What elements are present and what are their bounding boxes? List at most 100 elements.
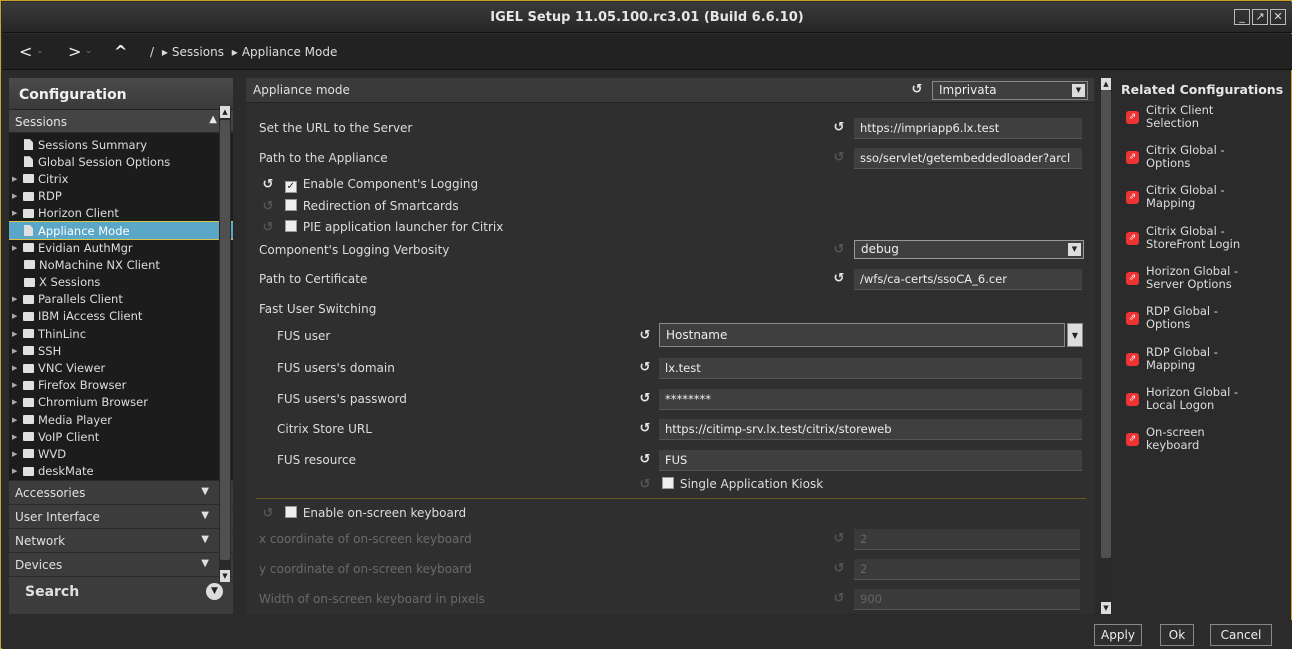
- expand-icon[interactable]: ▶: [12, 450, 20, 458]
- related-link-horizon-global-local-logon[interactable]: ⇗ Horizon Global - Local Logon: [1126, 386, 1284, 412]
- logging-verbosity-select[interactable]: debug ▼: [854, 240, 1084, 259]
- tree-item-thinlinc[interactable]: ▶ ThinLinc: [9, 325, 233, 342]
- related-link-rdp-global-mapping[interactable]: ⇗ RDP Global - Mapping: [1126, 346, 1284, 372]
- maximize-button[interactable]: ↗: [1252, 9, 1268, 25]
- single-kiosk-row[interactable]: ↺ Single Application Kiosk: [638, 477, 823, 491]
- expand-icon[interactable]: ▶: [12, 192, 20, 200]
- tree-item-parallels-client[interactable]: ▶ Parallels Client: [9, 291, 233, 308]
- tree-item-deskmate[interactable]: ▶ deskMate: [9, 463, 233, 480]
- expand-icon[interactable]: ▶: [12, 347, 20, 355]
- related-link-citrix-global-storefront-login[interactable]: ⇗ Citrix Global - StoreFront Login: [1126, 225, 1284, 251]
- enable-logging-row[interactable]: ↺ ✓ Enable Component's Logging: [261, 177, 478, 193]
- enable-osk-checkbox[interactable]: [284, 506, 297, 518]
- tree-item-media-player[interactable]: ▶ Media Player: [9, 411, 233, 428]
- reset-icon[interactable]: ↺: [832, 121, 846, 134]
- related-link-horizon-global-server-options[interactable]: ⇗ Horizon Global - Server Options: [1126, 265, 1284, 291]
- fus-resource-input[interactable]: FUS: [659, 450, 1082, 471]
- expand-circle-icon[interactable]: ▼: [206, 583, 223, 600]
- osk-y-input[interactable]: 2: [854, 559, 1080, 580]
- fus-password-input[interactable]: ********: [659, 389, 1082, 410]
- expand-icon[interactable]: ▶: [12, 433, 20, 441]
- cancel-button[interactable]: Cancel: [1210, 624, 1272, 646]
- accessories-section-header[interactable]: Accessories ▼: [9, 480, 233, 504]
- enable-osk-row[interactable]: ↺ Enable on-screen keyboard: [261, 506, 466, 520]
- tree-item-rdp[interactable]: ▶ RDP: [9, 188, 233, 205]
- expand-icon[interactable]: ▶: [12, 175, 20, 183]
- tree-item-chromium-browser[interactable]: ▶ Chromium Browser: [9, 394, 233, 411]
- scroll-down-icon[interactable]: ▼: [220, 570, 230, 582]
- osk-x-input[interactable]: 2: [854, 529, 1080, 550]
- breadcrumb-root[interactable]: /: [150, 45, 154, 59]
- forward-icon[interactable]: >: [68, 42, 81, 61]
- back-history-dropdown-icon[interactable]: ⌄: [36, 46, 44, 56]
- tree-item-global-session-options[interactable]: Global Session Options: [9, 153, 233, 170]
- tree-item-evidian-authmgr[interactable]: ▶ Evidian AuthMgr: [9, 239, 233, 256]
- tree-item-firefox-browser[interactable]: ▶ Firefox Browser: [9, 377, 233, 394]
- pie-launcher-checkbox[interactable]: [284, 220, 297, 232]
- ok-button[interactable]: Ok: [1160, 624, 1194, 646]
- back-icon[interactable]: <: [19, 42, 32, 61]
- fus-user-select[interactable]: Hostname: [659, 323, 1065, 347]
- expand-icon[interactable]: ▶: [12, 209, 20, 217]
- scroll-up-icon[interactable]: ▲: [220, 106, 230, 118]
- appliance-mode-select[interactable]: Imprivata ▼: [932, 81, 1088, 100]
- forward-history-dropdown-icon[interactable]: ⌄: [85, 46, 93, 56]
- reset-icon[interactable]: ↺: [910, 83, 924, 96]
- tree-item-horizon-client[interactable]: ▶ Horizon Client: [9, 205, 233, 222]
- search-section-header[interactable]: Search ▼: [9, 576, 233, 606]
- sessions-section-header[interactable]: Sessions ▲: [9, 110, 233, 133]
- related-link-rdp-global-options[interactable]: ⇗ RDP Global - Options: [1126, 305, 1284, 331]
- up-icon[interactable]: ^: [114, 42, 127, 61]
- related-link-citrix-global-mapping[interactable]: ⇗ Citrix Global - Mapping: [1126, 184, 1284, 210]
- reset-icon[interactable]: ↺: [638, 361, 652, 374]
- reset-icon[interactable]: ↺: [261, 178, 275, 191]
- scrollbar-thumb[interactable]: [1101, 90, 1111, 558]
- devices-section-header[interactable]: Devices ▼: [9, 552, 233, 576]
- expand-icon[interactable]: ▶: [12, 244, 20, 252]
- tree-scrollbar[interactable]: ▲ ▼: [219, 106, 231, 582]
- enable-logging-checkbox[interactable]: ✓: [284, 181, 297, 193]
- pie-launcher-row[interactable]: ↺ PIE application launcher for Citrix: [261, 220, 503, 234]
- appliance-path-input[interactable]: sso/servlet/getembeddedloader?arcl: [854, 148, 1082, 169]
- reset-icon[interactable]: ↺: [638, 392, 652, 405]
- related-link-citrix-client-selection[interactable]: ⇗ Citrix Client Selection: [1126, 104, 1284, 130]
- tree-item-ibm-iaccess-client[interactable]: ▶ IBM iAccess Client: [9, 308, 233, 325]
- tree-item-x-sessions[interactable]: X Sessions: [9, 274, 233, 291]
- expand-icon[interactable]: ▶: [12, 330, 20, 338]
- scroll-up-icon[interactable]: ▲: [1101, 78, 1111, 90]
- fus-domain-input[interactable]: lx.test: [659, 358, 1082, 379]
- reset-icon[interactable]: ↺: [638, 422, 652, 435]
- tree-item-wvd[interactable]: ▶ WVD: [9, 445, 233, 462]
- server-url-input[interactable]: https://impriapp6.lx.test: [854, 118, 1082, 139]
- tree-item-vnc-viewer[interactable]: ▶ VNC Viewer: [9, 359, 233, 376]
- user-interface-section-header[interactable]: User Interface ▼: [9, 504, 233, 528]
- expand-icon[interactable]: ▶: [12, 416, 20, 424]
- tree-item-ssh[interactable]: ▶ SSH: [9, 342, 233, 359]
- tree-item-nomachine-nx-client[interactable]: NoMachine NX Client: [9, 256, 233, 273]
- network-section-header[interactable]: Network ▼: [9, 528, 233, 552]
- related-link-citrix-global-options[interactable]: ⇗ Citrix Global - Options: [1126, 144, 1284, 170]
- expand-icon[interactable]: ▶: [12, 364, 20, 372]
- reset-icon[interactable]: ↺: [832, 272, 846, 285]
- expand-icon[interactable]: ▶: [12, 381, 20, 389]
- citrix-store-url-input[interactable]: https://citimp-srv.lx.test/citrix/storew…: [659, 419, 1082, 440]
- redirection-row[interactable]: ↺ Redirection of Smartcards: [261, 199, 459, 213]
- expand-icon[interactable]: ▶: [12, 312, 20, 320]
- related-link-on-screen-keyboard[interactable]: ⇗ On-screen keyboard: [1126, 426, 1284, 452]
- reset-icon[interactable]: ↺: [638, 329, 652, 342]
- scrollbar-thumb[interactable]: [220, 120, 230, 560]
- tree-item-sessions-summary[interactable]: Sessions Summary: [9, 136, 233, 153]
- tree-item-appliance-mode[interactable]: Appliance Mode: [9, 220, 233, 241]
- tree-item-citrix[interactable]: ▶ Citrix: [9, 170, 233, 187]
- settings-scrollbar[interactable]: ▲ ▼: [1100, 78, 1112, 614]
- expand-icon[interactable]: ▶: [12, 467, 20, 475]
- expand-icon[interactable]: ▶: [12, 295, 20, 303]
- redirection-checkbox[interactable]: [284, 199, 297, 211]
- scroll-down-icon[interactable]: ▼: [1101, 602, 1111, 614]
- close-button[interactable]: ✕: [1270, 9, 1286, 25]
- apply-button[interactable]: Apply: [1094, 624, 1142, 646]
- single-kiosk-checkbox[interactable]: [661, 477, 674, 489]
- expand-icon[interactable]: ▶: [12, 398, 20, 406]
- minimize-button[interactable]: _: [1234, 9, 1250, 25]
- breadcrumb-sessions[interactable]: Sessions: [172, 45, 224, 59]
